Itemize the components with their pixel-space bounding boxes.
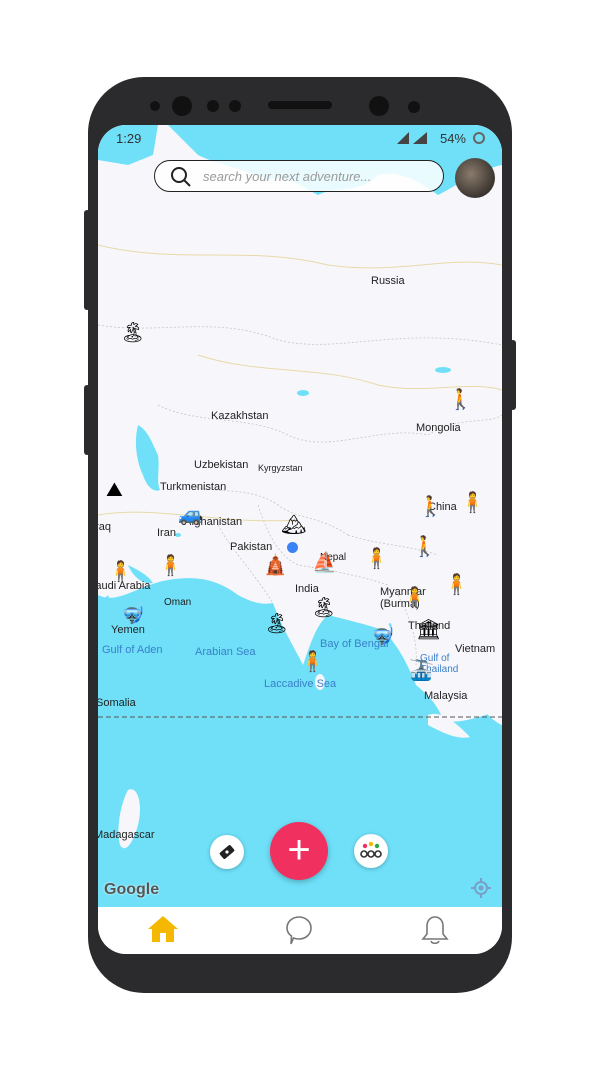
scout-marker-icon[interactable]: 🧍 — [402, 588, 427, 608]
scout-marker-icon[interactable]: 🧍 — [300, 652, 325, 672]
map-label: Oman — [164, 597, 192, 608]
map-label: Turkmenistan — [160, 481, 227, 493]
sensor-dot — [172, 96, 192, 116]
bell-icon — [421, 916, 449, 945]
sensor-dot — [408, 101, 420, 113]
beach-marker-icon[interactable]: 🏝 — [264, 614, 289, 634]
hiker-marker-icon[interactable]: 🚶 — [412, 537, 437, 557]
map-label: Pakistan — [230, 541, 273, 553]
scout-marker-icon[interactable]: 🧍 — [364, 549, 389, 569]
map-label: Kyrgyzstan — [258, 463, 303, 473]
side-button — [510, 340, 516, 410]
front-camera — [150, 101, 160, 111]
earpiece-speaker — [268, 101, 332, 109]
battery-icon — [473, 132, 485, 144]
map-label: Uzbekistan — [194, 459, 249, 471]
map-label: Mongolia — [416, 422, 461, 434]
search-icon — [171, 167, 191, 187]
add-label: + — [287, 828, 311, 872]
boat-marker-icon[interactable]: ⛵ — [312, 553, 337, 573]
sea-label: Laccadive Sea — [264, 678, 337, 690]
diver-marker-icon[interactable]: 🤿 — [120, 604, 145, 624]
volume-button — [84, 210, 90, 310]
battery-percent: 54% — [439, 131, 466, 146]
sensor-dot — [207, 100, 219, 112]
palace-marker-icon[interactable]: 🏛 — [416, 620, 441, 640]
community-icon — [360, 841, 382, 858]
home-icon — [148, 916, 178, 942]
diver-marker-icon[interactable]: 🤿 — [370, 625, 395, 645]
signal-icon — [397, 132, 427, 144]
temple-marker-icon[interactable]: 🛕 — [263, 555, 288, 575]
scout-marker-icon[interactable]: 🧍 — [460, 493, 485, 513]
current-location-dot — [287, 542, 298, 553]
google-attribution: Google — [104, 881, 160, 898]
nav-notifications[interactable] — [418, 914, 458, 946]
map-label: Vietnam — [455, 643, 496, 655]
nav-home[interactable] — [146, 914, 186, 946]
map-label: India — [295, 583, 319, 595]
power-button — [84, 385, 90, 455]
map-label: Russia — [371, 275, 405, 287]
beach-marker-icon[interactable]: 🏝 — [311, 598, 336, 618]
map-label: Madagascar — [98, 829, 155, 841]
mountain-marker-icon[interactable]: ⛰ — [106, 480, 123, 500]
bottom-nav — [98, 907, 502, 954]
nav-chat[interactable] — [283, 914, 323, 946]
tickets-button[interactable] — [210, 835, 244, 869]
sensor-dot — [229, 100, 241, 112]
mountain-marker-icon[interactable]: 🏔 — [281, 515, 306, 535]
map-label: Somalia — [98, 697, 136, 709]
add-adventure-button[interactable]: + — [270, 822, 328, 880]
scout-marker-icon[interactable]: 🧍 — [158, 556, 183, 576]
avatar[interactable] — [455, 158, 495, 198]
status-bar: 1:29 54% — [98, 125, 502, 151]
hiker-marker-icon[interactable]: 🚶 — [448, 390, 473, 410]
jeep-marker-icon[interactable]: 🚙 — [178, 505, 203, 525]
ticket-icon — [219, 845, 235, 859]
map-label: Iran — [157, 527, 176, 539]
app-screen: Russia Kazakhstan Mongolia Uzbekistan Ky… — [98, 125, 502, 954]
my-location-icon[interactable] — [470, 877, 492, 899]
chat-icon — [286, 916, 312, 945]
map-label: Kazakhstan — [211, 410, 269, 422]
status-time: 1:29 — [116, 131, 142, 146]
scout-marker-icon[interactable]: 🧍 — [444, 575, 469, 595]
sea-label: Gulf of Aden — [102, 644, 163, 656]
sea-label: Arabian Sea — [195, 646, 256, 658]
cablecar-marker-icon[interactable]: 🚠 — [409, 661, 434, 681]
search-bar[interactable]: search your next adventure... — [154, 160, 444, 192]
search-input[interactable]: search your next adventure... — [203, 169, 371, 184]
map-label: Malaysia — [424, 690, 468, 702]
sensor-dot — [369, 96, 389, 116]
beach-marker-icon[interactable]: 🏝 — [120, 323, 145, 343]
hiker-marker-icon[interactable]: 🚶 — [418, 497, 443, 517]
community-button[interactable] — [354, 834, 388, 868]
map-label: Iraq — [98, 521, 111, 533]
map-label: Yemen — [111, 624, 145, 636]
scout-marker-icon[interactable]: 🧍 — [108, 562, 133, 582]
